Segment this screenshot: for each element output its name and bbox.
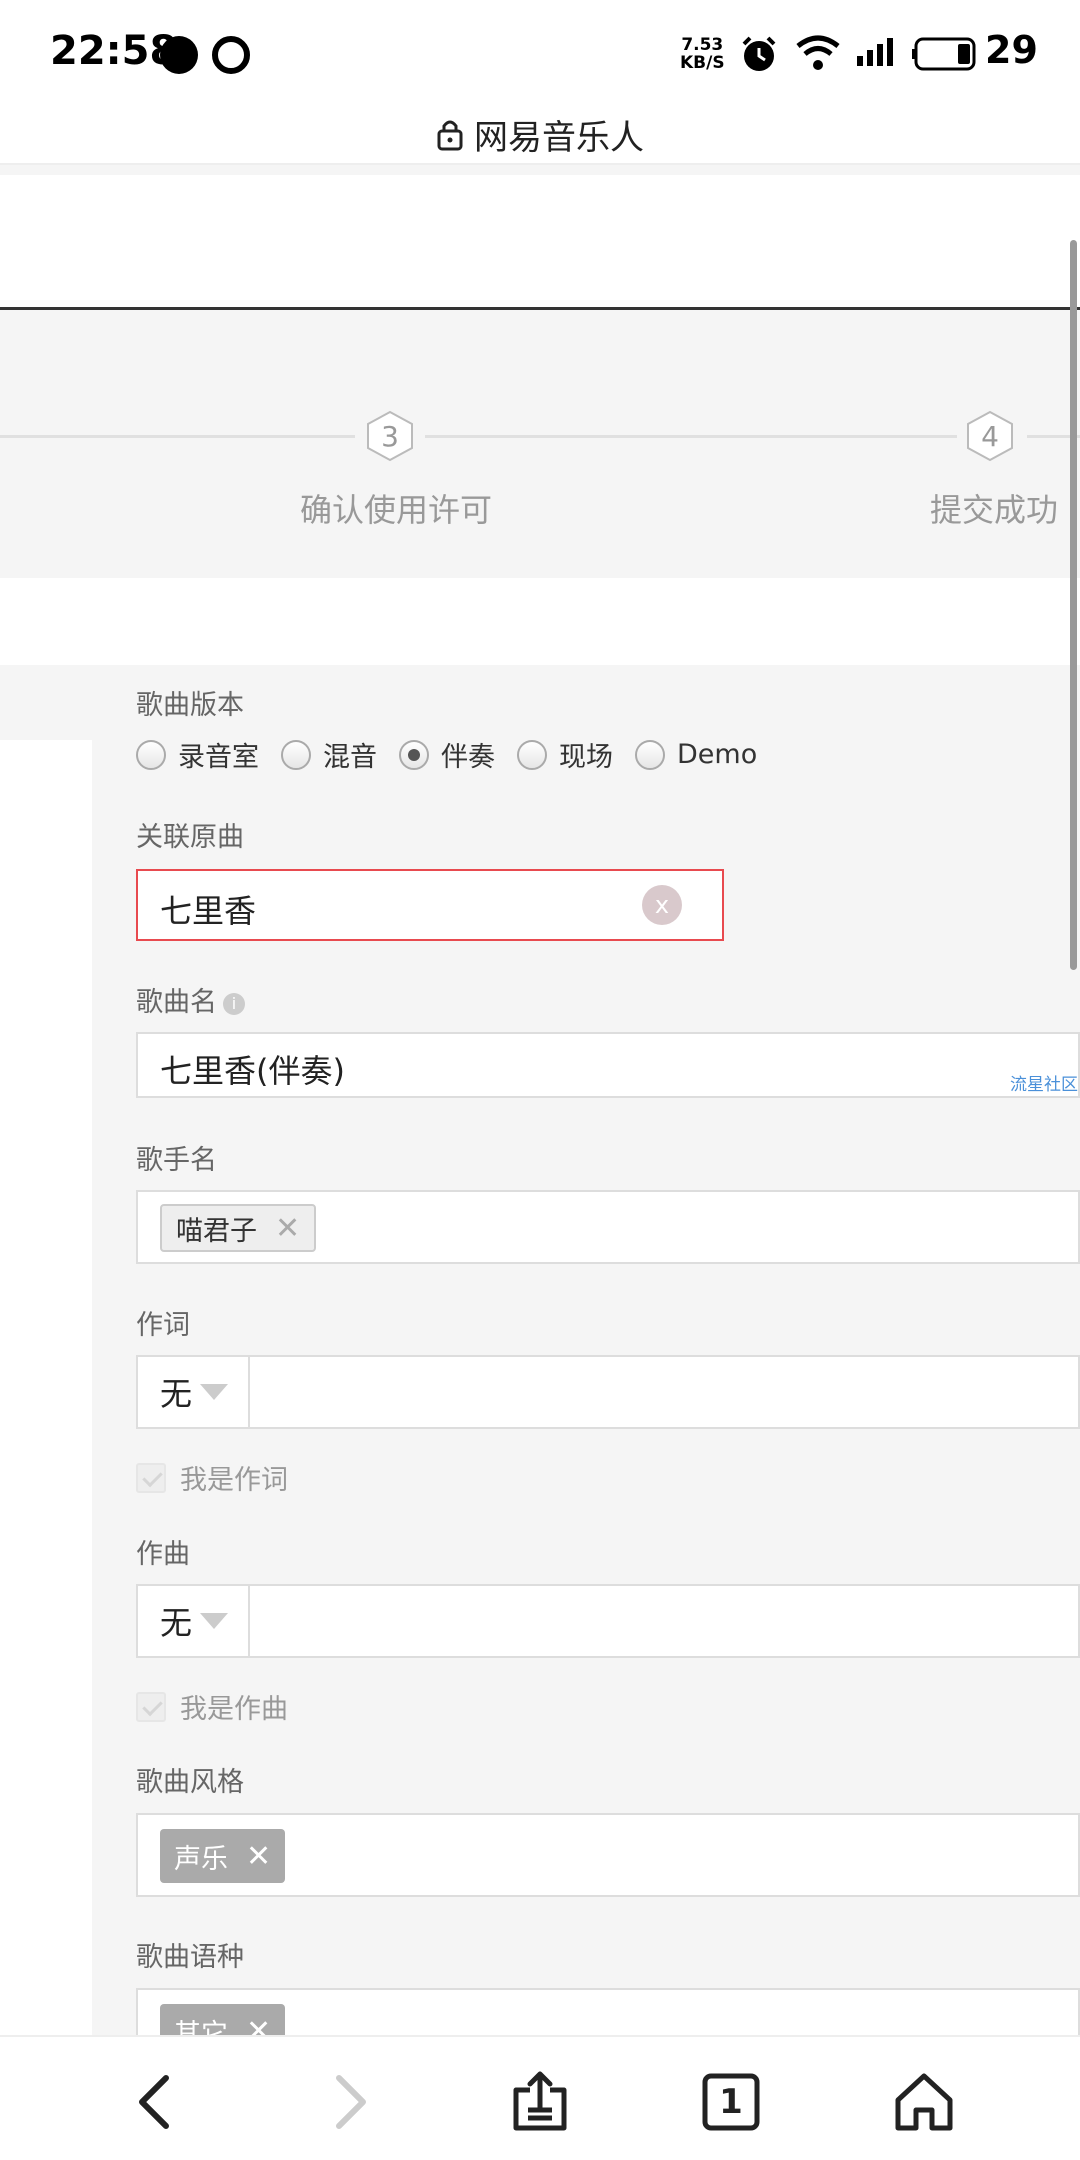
wifi-icon [796, 35, 840, 70]
radio-studio[interactable]: 录音室 [136, 735, 259, 774]
battery-level: 29 [985, 28, 1038, 72]
back-button[interactable] [110, 2057, 200, 2147]
step-indicator: 3 确认使用许可 4 提交成功 [0, 310, 1080, 578]
singer-input[interactable]: 喵君子 ✕ [136, 1190, 1080, 1264]
chat-bubble-icon [160, 36, 198, 74]
radio-remix[interactable]: 混音 [281, 735, 377, 774]
clear-icon[interactable]: x [642, 885, 682, 925]
version-radio-group: 录音室 混音 伴奏 现场 Demo [136, 735, 779, 774]
signal-icon [857, 38, 893, 66]
remove-tag-icon[interactable]: ✕ [246, 1839, 271, 1874]
tabs-button[interactable]: 1 [686, 2057, 776, 2147]
style-tag: 声乐 ✕ [160, 1829, 286, 1883]
lyricist-input[interactable]: 无 [136, 1355, 1080, 1429]
composer-checkbox[interactable] [136, 1691, 166, 1722]
step-4-label: 提交成功 [930, 491, 1059, 529]
battery-icon [912, 37, 976, 71]
lyricist-checkbox[interactable] [136, 1462, 166, 1493]
song-info-form: 歌曲版本 录音室 混音 伴奏 现场 Demo 关联原曲 七里香 x 歌曲名 i … [0, 665, 1080, 2072]
radio-button[interactable] [635, 739, 665, 770]
radio-button-checked[interactable] [399, 739, 429, 770]
tab-count: 1 [719, 2082, 743, 2122]
browser-bottom-nav: 1 [0, 2035, 1080, 2160]
radio-button[interactable] [517, 739, 547, 770]
style-input[interactable]: 声乐 ✕ [136, 1813, 1080, 1897]
lyricist-select[interactable]: 无 [138, 1357, 250, 1427]
step-connector [425, 435, 957, 438]
left-pane [0, 740, 92, 2035]
song-name-label: 歌曲名 i [136, 980, 245, 1019]
share-icon [513, 2071, 567, 2131]
info-icon[interactable]: i [223, 992, 245, 1015]
style-label: 歌曲风格 [136, 1767, 244, 1798]
share-button[interactable] [495, 2057, 585, 2147]
url-bar[interactable]: 网易音乐人 [0, 105, 1080, 165]
composer-input[interactable]: 无 [136, 1584, 1080, 1658]
header-area [0, 175, 1080, 307]
status-bar: 22:58 7.53 KB/S 29 [0, 0, 1080, 105]
song-name-input[interactable]: 七里香(伴奏) 流星社区 [136, 1032, 1080, 1098]
radio-demo[interactable]: Demo [635, 739, 757, 770]
lock-icon [437, 120, 463, 151]
composer-label: 作曲 [136, 1539, 190, 1570]
lyricist-checkbox-row[interactable]: 我是作词 [136, 1458, 288, 1497]
step-3-label: 确认使用许可 [300, 491, 493, 529]
step-4-number: 4 [981, 419, 999, 453]
language-label: 歌曲语种 [136, 1942, 244, 1973]
scrollbar[interactable] [1070, 240, 1077, 970]
original-song-value: 七里香 [160, 892, 257, 930]
hot-icon [212, 36, 250, 74]
singer-tag: 喵君子 ✕ [160, 1204, 317, 1252]
step-3-number: 3 [381, 419, 399, 453]
singer-label: 歌手名 [136, 1145, 217, 1176]
radio-accompaniment[interactable]: 伴奏 [399, 735, 495, 774]
radio-button[interactable] [136, 739, 166, 770]
version-label: 歌曲版本 [136, 690, 244, 721]
alarm-icon [742, 36, 776, 71]
original-song-input[interactable]: 七里香 x [136, 869, 724, 941]
divider-band [0, 165, 1080, 175]
radio-live[interactable]: 现场 [517, 735, 613, 774]
composer-checkbox-row[interactable]: 我是作曲 [136, 1687, 288, 1726]
home-button[interactable] [879, 2057, 969, 2147]
step-connector [0, 435, 355, 438]
remove-tag-icon[interactable]: ✕ [275, 1211, 300, 1246]
status-time: 22:58 [50, 28, 178, 74]
chevron-down-icon [200, 1384, 229, 1400]
back-icon [139, 2075, 169, 2129]
lyricist-label: 作词 [136, 1310, 190, 1341]
radio-button[interactable] [281, 739, 311, 770]
song-name-value: 七里香(伴奏) [160, 1052, 345, 1090]
chevron-down-icon [200, 1613, 229, 1629]
forward-button[interactable] [305, 2057, 395, 2147]
forward-icon [336, 2075, 366, 2129]
side-link[interactable]: 流星社区 [1010, 1070, 1078, 1095]
network-speed: 7.53 KB/S [680, 35, 725, 73]
composer-select[interactable]: 无 [138, 1586, 250, 1656]
page-title: 网易音乐人 [474, 117, 644, 158]
spacer [0, 578, 1080, 665]
original-song-label: 关联原曲 [136, 822, 244, 853]
home-icon [895, 2073, 953, 2131]
